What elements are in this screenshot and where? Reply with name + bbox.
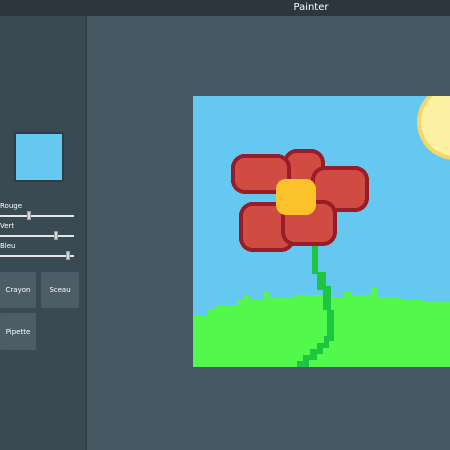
slider-label-bleu: Bleu — [0, 242, 16, 250]
pipette-button[interactable]: Pipette — [0, 313, 36, 350]
title-bar: Painter — [0, 0, 450, 16]
crayon-button[interactable]: Crayon — [0, 272, 36, 308]
slider-vert-handle[interactable] — [54, 231, 59, 240]
drawing-canvas[interactable] — [193, 96, 450, 367]
slider-label-vert: Vert — [0, 222, 15, 230]
slider-rouge-handle[interactable] — [26, 211, 31, 220]
sceau-button[interactable]: Sceau — [41, 272, 79, 308]
sidebar-divider — [85, 16, 87, 450]
app-title: Painter — [293, 2, 329, 13]
flower-center — [276, 179, 316, 215]
tool-sidebar: Rouge Vert Bleu Crayon Sceau Pipette — [0, 16, 85, 450]
slider-vert[interactable] — [0, 235, 74, 237]
pixel-painting — [193, 96, 450, 367]
slider-bleu-handle[interactable] — [66, 251, 71, 260]
slider-rouge[interactable] — [0, 215, 74, 217]
slider-label-rouge: Rouge — [0, 202, 23, 210]
color-preview-swatch — [14, 132, 64, 182]
slider-bleu[interactable] — [0, 255, 74, 257]
